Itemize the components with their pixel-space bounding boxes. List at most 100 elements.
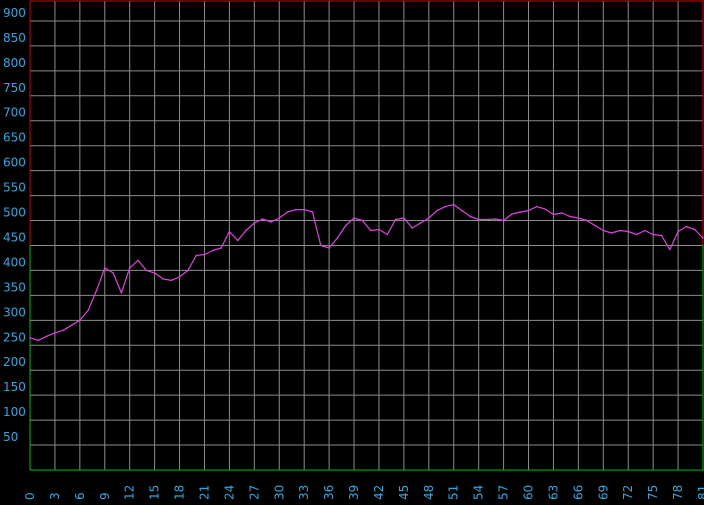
data-point [253,222,256,224]
data-point [494,218,497,220]
data-point [128,267,131,269]
y-tick-label: 750 [3,81,26,95]
y-tick-label: 700 [3,106,26,120]
data-point [137,259,139,262]
data-point [403,217,405,219]
data-point [386,233,389,236]
x-tick-label: 12 [123,485,137,500]
data-point [544,208,546,210]
y-tick-label: 550 [3,181,26,195]
data-point [502,219,505,222]
data-point [162,278,164,280]
x-tick-label: 51 [447,485,461,500]
data-point [236,239,239,242]
x-tick-label: 72 [621,485,635,500]
x-tick-label: 60 [522,485,536,500]
y-tick-label: 500 [3,206,26,220]
data-point [419,222,422,224]
y-tick-label: 200 [3,355,26,369]
y-tick-label: 300 [3,305,26,319]
data-point [369,229,372,232]
data-point [486,218,488,221]
y-tick-label: 400 [3,255,26,269]
x-tick-label: 66 [571,485,585,500]
data-point [120,292,123,294]
data-point [153,272,156,274]
data-point [62,329,65,332]
data-point [295,208,297,211]
data-point [87,309,89,312]
x-tick-label: 78 [671,485,685,500]
data-point [635,233,638,236]
data-point [245,229,247,232]
data-point [278,217,281,219]
data-point [444,205,447,208]
y-tick-label: 100 [3,405,26,419]
data-point [668,248,671,251]
data-point [228,230,231,233]
data-point [112,272,114,274]
grid [30,1,703,470]
y-tick-label: 350 [3,280,26,294]
data-point [685,225,688,228]
line-chart: 5010015020025030035040045050055060065070… [3,0,704,500]
data-point [203,253,206,256]
data-point [54,331,56,334]
data-point [552,213,555,216]
x-tick-label: 3 [48,492,62,500]
y-tick-label: 450 [3,230,26,244]
data-point [428,217,430,219]
x-tick-label: 18 [173,485,187,500]
data-point [79,319,81,322]
data-point [652,233,654,236]
data-point [436,209,438,212]
data-point [627,230,630,233]
data-point [328,247,330,249]
x-tick-label: 33 [297,485,311,500]
data-point [394,218,397,221]
data-point [220,247,222,249]
y-tick-label: 800 [3,56,26,70]
x-tick-label: 24 [222,485,236,500]
data-point [261,218,264,220]
y-tick-label: 850 [3,31,26,45]
x-tick-label: 36 [322,485,336,500]
data-point [569,215,571,218]
data-point [477,218,480,221]
x-tick-label: 57 [497,485,511,500]
data-point [411,227,413,229]
y-tick-label: 650 [3,131,26,145]
x-tick-label: 69 [596,485,610,500]
x-tick-label: 63 [546,485,560,500]
y-tick-label: 50 [3,430,18,444]
data-point [320,244,322,247]
data-point [303,208,305,211]
data-point [677,230,679,233]
data-point [527,209,530,212]
data-point [511,213,513,215]
data-point [195,254,197,257]
x-tick-label: 81 [696,485,704,500]
y-tick-label: 250 [3,330,26,344]
data-point [37,339,40,342]
x-tick-label: 0 [23,492,37,500]
y-tick-label: 150 [3,380,26,394]
x-tick-label: 6 [73,492,87,500]
data-point [270,221,272,223]
data-point [602,229,605,232]
x-tick-label: 48 [422,485,436,500]
data-point [336,237,339,239]
x-tick-label: 45 [397,485,411,500]
x-tick-label: 39 [347,485,361,500]
x-tick-labels: 0 3 6 9 12 15 18 21 24 27 30 33 36 39 42 45 48 51 54 57 60 63… [23,485,704,500]
data-point [644,229,646,232]
x-tick-label: 21 [197,485,211,500]
data-point [29,336,31,339]
data-point [693,228,696,231]
data-point [361,219,364,222]
data-point [187,269,189,272]
x-tick-label: 54 [472,485,486,500]
x-tick-label: 42 [372,485,386,500]
data-point [536,205,538,208]
data-point [286,211,289,213]
